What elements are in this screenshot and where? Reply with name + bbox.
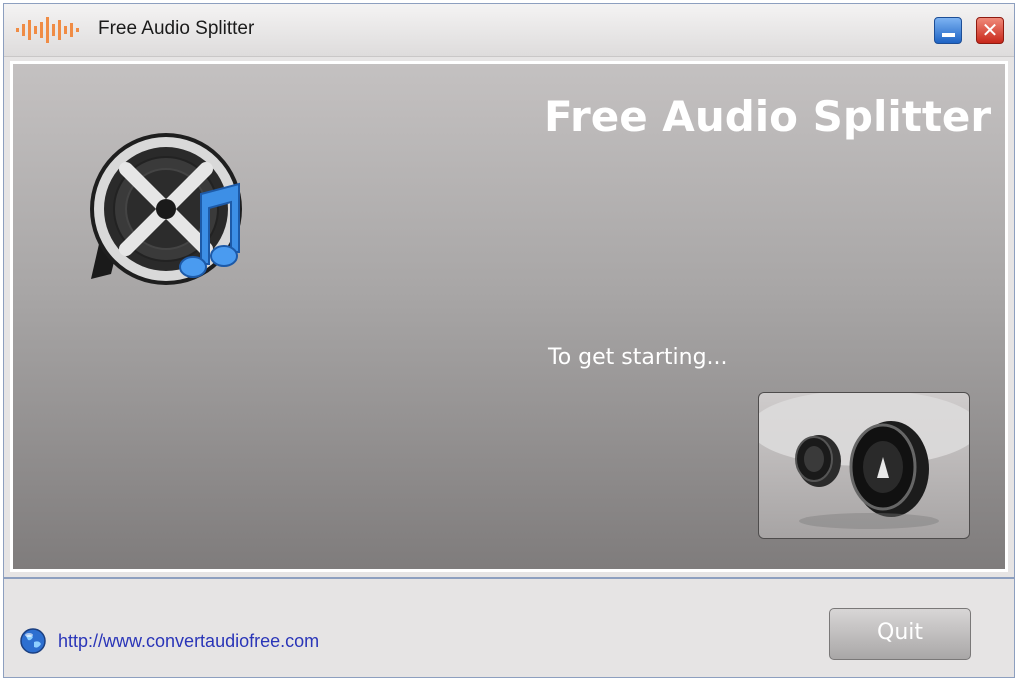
- speakers-icon: [759, 393, 969, 529]
- quit-button[interactable]: Quit: [829, 608, 971, 660]
- title-bar: Free Audio Splitter ✕: [4, 4, 1014, 57]
- app-window: Free Audio Splitter ✕ Free Audio Splitte…: [3, 3, 1015, 678]
- close-icon: ✕: [981, 18, 999, 42]
- main-panel: Free Audio Splitter To get starting...: [10, 61, 1008, 572]
- website-link[interactable]: http://www.convertaudiofree.com: [58, 631, 319, 652]
- getting-started-label: To get starting...: [548, 345, 728, 370]
- window-title: Free Audio Splitter: [98, 18, 255, 39]
- minimize-button[interactable]: [934, 17, 962, 44]
- footer-divider: [4, 577, 1014, 579]
- app-heading: Free Audio Splitter: [544, 92, 992, 141]
- globe-icon: [20, 628, 46, 654]
- film-reel-music-note-icon: [90, 133, 242, 285]
- audio-waveform-icon: [16, 17, 79, 43]
- close-button[interactable]: ✕: [976, 17, 1004, 44]
- open-splitter-button[interactable]: [758, 392, 970, 539]
